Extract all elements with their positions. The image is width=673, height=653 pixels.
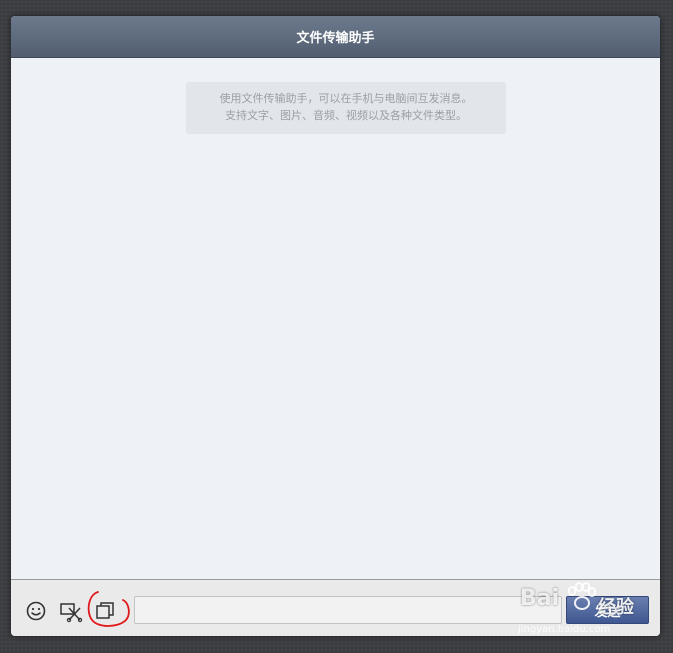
screenshot-scissors-icon[interactable] bbox=[59, 599, 83, 623]
file-transfer-window: 文件传输助手 使用文件传输助手，可以在手机与电脑间互发消息。 支持文字、图片、音… bbox=[11, 16, 660, 636]
window-title: 文件传输助手 bbox=[296, 30, 375, 45]
message-input[interactable] bbox=[134, 596, 562, 624]
chat-message-area[interactable]: 使用文件传输助手，可以在手机与电脑间互发消息。 支持文字、图片、音频、视频以及各… bbox=[11, 58, 660, 579]
window-titlebar: 文件传输助手 bbox=[11, 16, 660, 58]
system-tip-line-1: 使用文件传输助手，可以在手机与电脑间互发消息。 bbox=[219, 93, 473, 105]
emoji-icon[interactable] bbox=[24, 599, 48, 623]
file-window-icon[interactable] bbox=[93, 599, 117, 623]
system-tip-line-2: 支持文字、图片、音频、视频以及各种文件类型。 bbox=[225, 110, 467, 122]
system-tip: 使用文件传输助手，可以在手机与电脑间互发消息。 支持文字、图片、音频、视频以及各… bbox=[186, 82, 506, 134]
send-button[interactable]: 发送 bbox=[566, 596, 649, 624]
message-input-bar: 发送 bbox=[11, 579, 660, 636]
